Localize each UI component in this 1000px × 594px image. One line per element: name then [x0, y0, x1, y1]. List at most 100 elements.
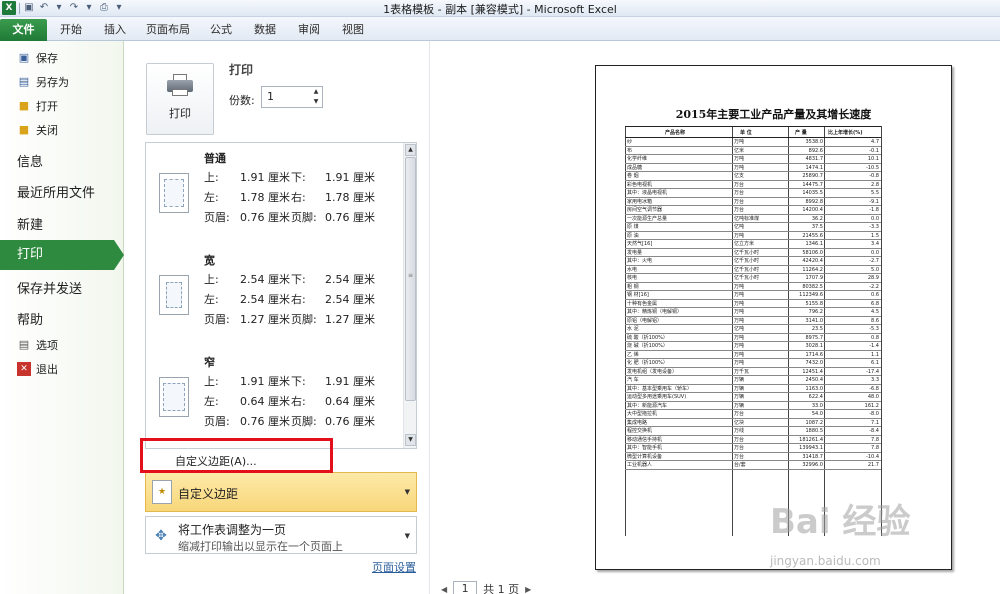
- table-row: 十种有色金属 万吨 5155.8 6.8: [625, 300, 881, 308]
- table-cell: 万台: [734, 453, 745, 460]
- table-cell: -9.1: [869, 198, 879, 205]
- table-cell: 0.6: [871, 292, 879, 298]
- margin-option-wide[interactable]: 宽 上: 2.54 厘米 下: 2.54 厘米 左: 2.54 厘米 右: 2.…: [154, 245, 402, 337]
- tab-page-layout[interactable]: 页面布局: [142, 20, 194, 40]
- copies-label: 份数:: [229, 94, 255, 107]
- table-cell: 其中：智能手机: [627, 445, 663, 451]
- table-cell: 万吨: [734, 164, 745, 171]
- table-cell: 28.9: [867, 275, 879, 281]
- nav-print[interactable]: 打印: [0, 240, 114, 270]
- nav-close[interactable]: ■ 关闭: [0, 119, 124, 141]
- print-button[interactable]: 打印: [146, 63, 214, 135]
- table-cell: 核电: [627, 275, 638, 281]
- table-cell: 万辆: [734, 385, 745, 392]
- table-row: 原 煤 亿吨 37.5 -3.3: [625, 223, 881, 232]
- table-cell: 钢 材[16]: [627, 292, 649, 298]
- table-cell: 万吨: [734, 292, 745, 298]
- tab-view[interactable]: 视图: [336, 20, 370, 40]
- table-cell: 5155.8: [805, 300, 824, 307]
- scaling-title: 将工作表调整为一页: [178, 523, 287, 537]
- tab-insert[interactable]: 插入: [98, 20, 132, 40]
- table-row: 程控交换机 万线 1880.5 -8.4: [625, 427, 881, 436]
- table-cell: -0.8: [869, 173, 879, 179]
- scroll-up-icon[interactable]: ▲: [405, 144, 416, 156]
- table-cell: 6.8: [871, 300, 879, 307]
- table-row: 其中：精炼铜（电解铜） 万吨 796.2 4.5: [625, 308, 881, 317]
- table-cell: 化学纤维: [627, 156, 648, 162]
- table-cell: 乙 烯: [627, 351, 639, 358]
- table-row: 彩色电视机 万台 14475.7 2.8: [625, 181, 881, 189]
- custom-margins-star-icon: ★: [152, 480, 172, 504]
- window-title: 1表格模板 - 副本 [兼容模式] - Microsoft Excel: [383, 3, 617, 16]
- table-cell: -1.4: [869, 343, 879, 349]
- page-navigator: ◀ 1 共 1 页 ▶: [441, 581, 531, 594]
- table-cell: 万台: [734, 190, 745, 196]
- table-cell: 21455.6: [802, 232, 823, 239]
- table-row: 大中型拖拉机 万台 54.0 -8.0: [625, 410, 881, 419]
- table-cell: 亿吨标准煤: [734, 215, 760, 222]
- margin-option-narrow[interactable]: 窄 上: 1.91 厘米 下: 1.91 厘米 左: 0.64 厘米 右: 0.…: [154, 347, 402, 439]
- table-cell: 1.1: [871, 351, 879, 358]
- table-cell: 房间空气调节器: [627, 207, 663, 213]
- margin-option-normal[interactable]: 普通 上: 1.91 厘米 下: 1.91 厘米 左: 1.78 厘米 右: 1…: [154, 143, 402, 235]
- nav-new[interactable]: 新建: [17, 214, 43, 233]
- table-cell: 水 泥: [627, 326, 639, 332]
- spin-up-icon[interactable]: ▲: [311, 87, 321, 97]
- current-page-input[interactable]: 1: [453, 581, 478, 594]
- scroll-down-icon[interactable]: ▼: [405, 434, 416, 446]
- nav-info[interactable]: 信息: [17, 151, 43, 170]
- table-cell: 其中：基本型乘用车（轿车）: [627, 385, 693, 392]
- margins-scrollbar[interactable]: ▲ ≡ ▼: [403, 143, 416, 448]
- table-cell: 14475.7: [802, 181, 823, 188]
- nav-save-as[interactable]: ▤ 另存为: [0, 71, 124, 93]
- table-cell: 7432.0: [805, 360, 824, 366]
- table-cell: 万台: [734, 445, 745, 451]
- copies-value[interactable]: 1: [267, 90, 274, 103]
- table-row: 发电量 亿千瓦小时 58106.0 0.0: [625, 249, 881, 257]
- table-row: 水 泥 亿吨 23.5 -5.3: [625, 325, 881, 334]
- options-icon: ▤: [18, 338, 30, 351]
- table-cell: -8.0: [869, 411, 879, 417]
- table-cell: 亿立方米: [734, 241, 755, 247]
- tab-file[interactable]: 文件: [0, 19, 47, 41]
- table-row: 钢 材[16] 万吨 112349.6 0.6: [625, 291, 881, 300]
- nav-open[interactable]: ■ 打开: [0, 95, 124, 117]
- scaling-dropdown[interactable]: ✥ 将工作表调整为一页 缩减打印输出以显示在一个页面上 ▼: [145, 516, 417, 554]
- table-cell: 5.0: [871, 266, 879, 273]
- table-cell: 1714.6: [805, 351, 824, 358]
- table-cell: 万台: [734, 181, 745, 188]
- save-icon: ▣: [18, 51, 30, 64]
- table-cell: 硫 酸（折100%）: [627, 334, 668, 341]
- next-page-icon[interactable]: ▶: [525, 585, 531, 594]
- nav-save[interactable]: ▣ 保存: [0, 47, 124, 69]
- margins-dropdown-label: 自定义边距: [178, 487, 239, 501]
- chevron-down-icon: ▼: [404, 488, 410, 496]
- table-cell: 1346.1: [805, 241, 824, 247]
- nav-exit[interactable]: ✕ 退出: [0, 358, 124, 380]
- copies-stepper[interactable]: 1 ▲ ▼: [261, 86, 323, 108]
- nav-save-send[interactable]: 保存并发送: [17, 278, 82, 297]
- table-cell: 1474.1: [805, 164, 824, 171]
- table-row: 水电 亿千瓦小时 11264.2 5.0: [625, 266, 881, 274]
- backstage-nav: ▣ 保存 ▤ 另存为 ■ 打开 ■ 关闭 信息 最近所用文件 新建 打印 保存并…: [0, 41, 124, 594]
- page-setup-link[interactable]: 页面设置: [372, 559, 416, 575]
- page-margin-icon: [159, 377, 189, 417]
- prev-page-icon[interactable]: ◀: [441, 585, 447, 594]
- table-cell: -10.5: [866, 164, 879, 171]
- scroll-thumb[interactable]: ≡: [405, 157, 416, 401]
- tab-formulas[interactable]: 公式: [204, 20, 238, 40]
- print-button-label: 打印: [169, 107, 191, 120]
- spin-down-icon[interactable]: ▼: [311, 97, 321, 107]
- table-cell: 1163.0: [805, 385, 824, 392]
- tab-review[interactable]: 审阅: [292, 20, 326, 40]
- table-cell: 4.5: [871, 309, 879, 315]
- nav-options[interactable]: ▤ 选项: [0, 334, 124, 356]
- table-cell: 139943.1: [799, 445, 823, 451]
- nav-help[interactable]: 帮助: [17, 309, 43, 328]
- table-cell: 161.2: [864, 402, 879, 409]
- tab-data[interactable]: 数据: [248, 20, 282, 40]
- tab-home[interactable]: 开始: [54, 20, 88, 40]
- nav-recent[interactable]: 最近所用文件: [17, 182, 95, 201]
- margins-dropdown[interactable]: ★ 自定义边距 ▼: [145, 472, 417, 512]
- table-row: 一次能源生产总量 亿吨标准煤 36.2 0.0: [625, 215, 881, 223]
